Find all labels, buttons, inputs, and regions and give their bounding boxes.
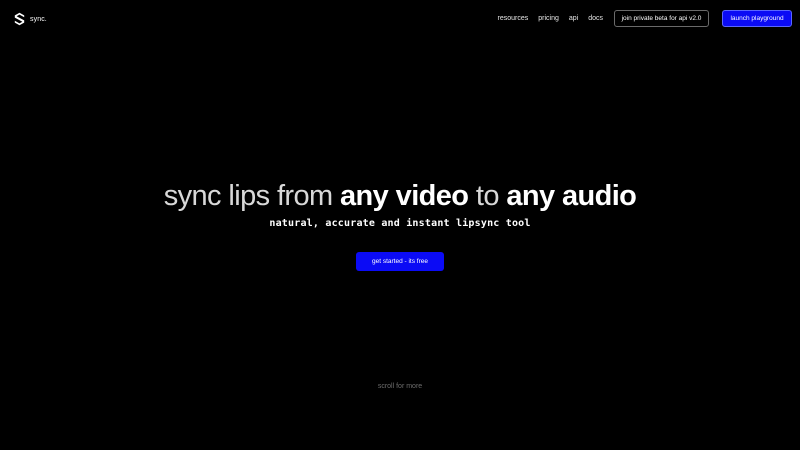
get-started-button[interactable]: get started - its free [356,252,444,271]
hero-title-part-3: to [468,180,507,212]
logo-link[interactable]: sync. [14,12,47,26]
main-nav: resources pricing api docs [498,14,604,23]
sync-logo-icon [14,12,25,26]
logo-text: sync. [30,15,47,23]
join-beta-button[interactable]: join private beta for api v2.0 [614,10,709,27]
nav-api[interactable]: api [569,14,578,23]
launch-playground-button[interactable]: launch playground [722,10,792,27]
top-header: sync. resources pricing api docs join pr… [0,0,800,38]
nav-pricing[interactable]: pricing [538,14,559,23]
hero-title-part-2: any video [340,180,469,212]
nav-docs[interactable]: docs [588,14,603,23]
nav-resources[interactable]: resources [498,14,529,23]
hero-title: sync lips from any video to any audio [0,178,800,214]
hero-title-part-1: sync lips from [163,180,341,212]
scroll-hint: scroll for more [377,383,423,390]
hero-title-part-4: any audio [506,180,637,212]
landing-page: sync. resources pricing api docs join pr… [0,0,800,450]
hero-subtitle: natural, accurate and instant lipsync to… [269,218,531,229]
